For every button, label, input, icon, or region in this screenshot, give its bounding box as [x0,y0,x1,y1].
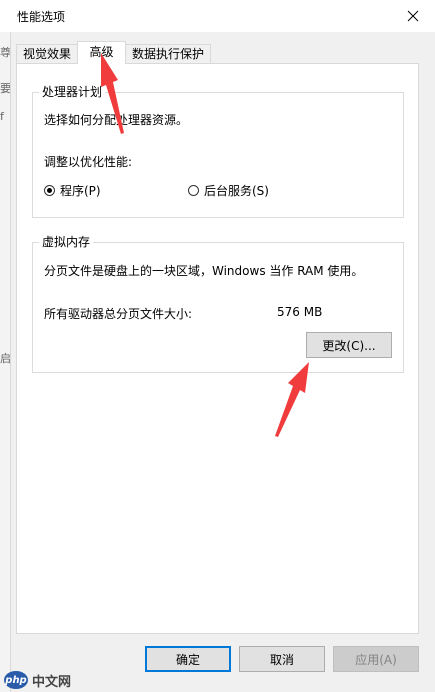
background-edge-char: f [0,110,4,123]
radio-programs[interactable]: 程序(P) [44,182,101,199]
tab-visual-effects[interactable]: 视觉效果 [16,44,78,63]
change-button[interactable]: 更改(C)... [306,332,392,358]
processor-scheduling-label: 处理器计划 [39,84,106,100]
radio-background-services[interactable]: 后台服务(S) [188,182,269,199]
virtual-memory-description: 分页文件是硬盘上的一块区域，Windows 当作 RAM 使用。 [44,264,364,278]
tab-advanced[interactable]: 高级 [77,41,126,64]
tab-panel-advanced: 处理器计划 选择如何分配处理器资源。 调整以优化性能: 程序(P) 后台服务(S… [16,63,419,634]
tab-data-execution-prevention[interactable]: 数据执行保护 [125,44,211,63]
close-button[interactable] [399,2,427,30]
virtual-memory-label: 虚拟内存 [39,234,94,250]
total-paging-file-value: 576 MB [277,305,323,319]
total-paging-file-label: 所有驱动器总分页文件大小: [44,307,193,321]
close-icon [407,10,419,22]
apply-button[interactable]: 应用(A) [333,646,419,672]
php-logo: php [4,671,28,689]
virtual-memory-group: 虚拟内存 分页文件是硬盘上的一块区域，Windows 当作 RAM 使用。 所有… [32,234,404,373]
background-edge-char: 尊 [0,46,10,59]
radio-unchecked-icon [188,185,199,196]
performance-options-dialog: 统 尊 要 f 启 性能选项 视觉效果 高级 数据执行保护 处理器计划 选择如何… [0,0,435,692]
background-edge-char: 启 [0,352,10,365]
ok-button[interactable]: 确定 [145,646,231,672]
title-bar: 性能选项 [0,0,435,32]
site-watermark: php 中文网 [0,668,71,692]
background-window-edge: 统 尊 要 f 启 [0,0,11,692]
background-edge-char: 要 [0,82,10,95]
cancel-button[interactable]: 取消 [239,646,325,672]
window-title: 性能选项 [17,10,66,24]
radio-programs-label: 程序(P) [60,184,101,198]
processor-scheduling-group: 处理器计划 选择如何分配处理器资源。 调整以优化性能: 程序(P) 后台服务(S… [32,84,404,218]
adjust-performance-label: 调整以优化性能: [44,155,133,169]
processor-scheduling-description: 选择如何分配处理器资源。 [44,113,189,127]
radio-background-services-label: 后台服务(S) [204,184,269,198]
radio-checked-icon [44,185,55,196]
watermark-text: 中文网 [32,674,72,690]
